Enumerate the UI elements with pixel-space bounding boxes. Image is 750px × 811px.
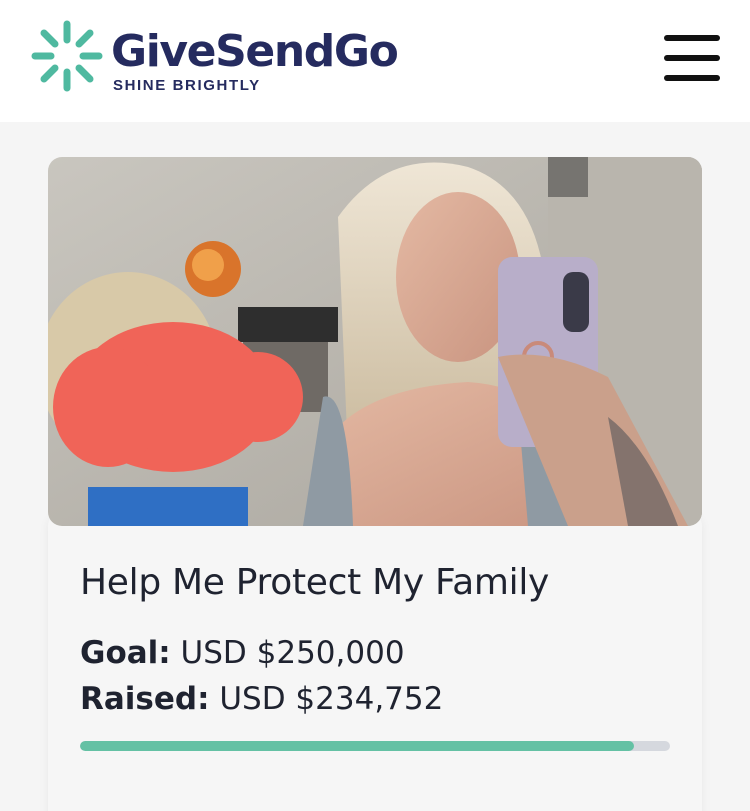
brand-name: GiveSendGo	[111, 26, 399, 77]
raised-value: USD $234,752	[219, 681, 444, 717]
funding-progress-fill	[80, 741, 634, 751]
givesendgo-logo[interactable]: GiveSendGo SHINE BRIGHTLY	[31, 20, 411, 100]
menu-bar	[664, 35, 720, 41]
site-header: GiveSendGo SHINE BRIGHTLY	[0, 0, 750, 122]
goal-amount: Goal: USD $250,000	[80, 635, 405, 671]
menu-bar	[664, 55, 720, 61]
raised-label: Raised:	[80, 681, 210, 717]
goal-label: Goal:	[80, 635, 171, 671]
brand-tagline: SHINE BRIGHTLY	[113, 77, 261, 94]
sunburst-logo-icon	[31, 20, 103, 92]
goal-value: USD $250,000	[180, 635, 405, 671]
campaign-photo-image	[48, 157, 702, 526]
raised-amount: Raised: USD $234,752	[80, 681, 443, 717]
campaign-title[interactable]: Help Me Protect My Family	[80, 562, 549, 603]
funding-progress-bar	[80, 741, 670, 751]
menu-bar	[664, 75, 720, 81]
campaign-photo[interactable]	[48, 157, 702, 526]
hamburger-menu-icon[interactable]	[664, 33, 720, 83]
